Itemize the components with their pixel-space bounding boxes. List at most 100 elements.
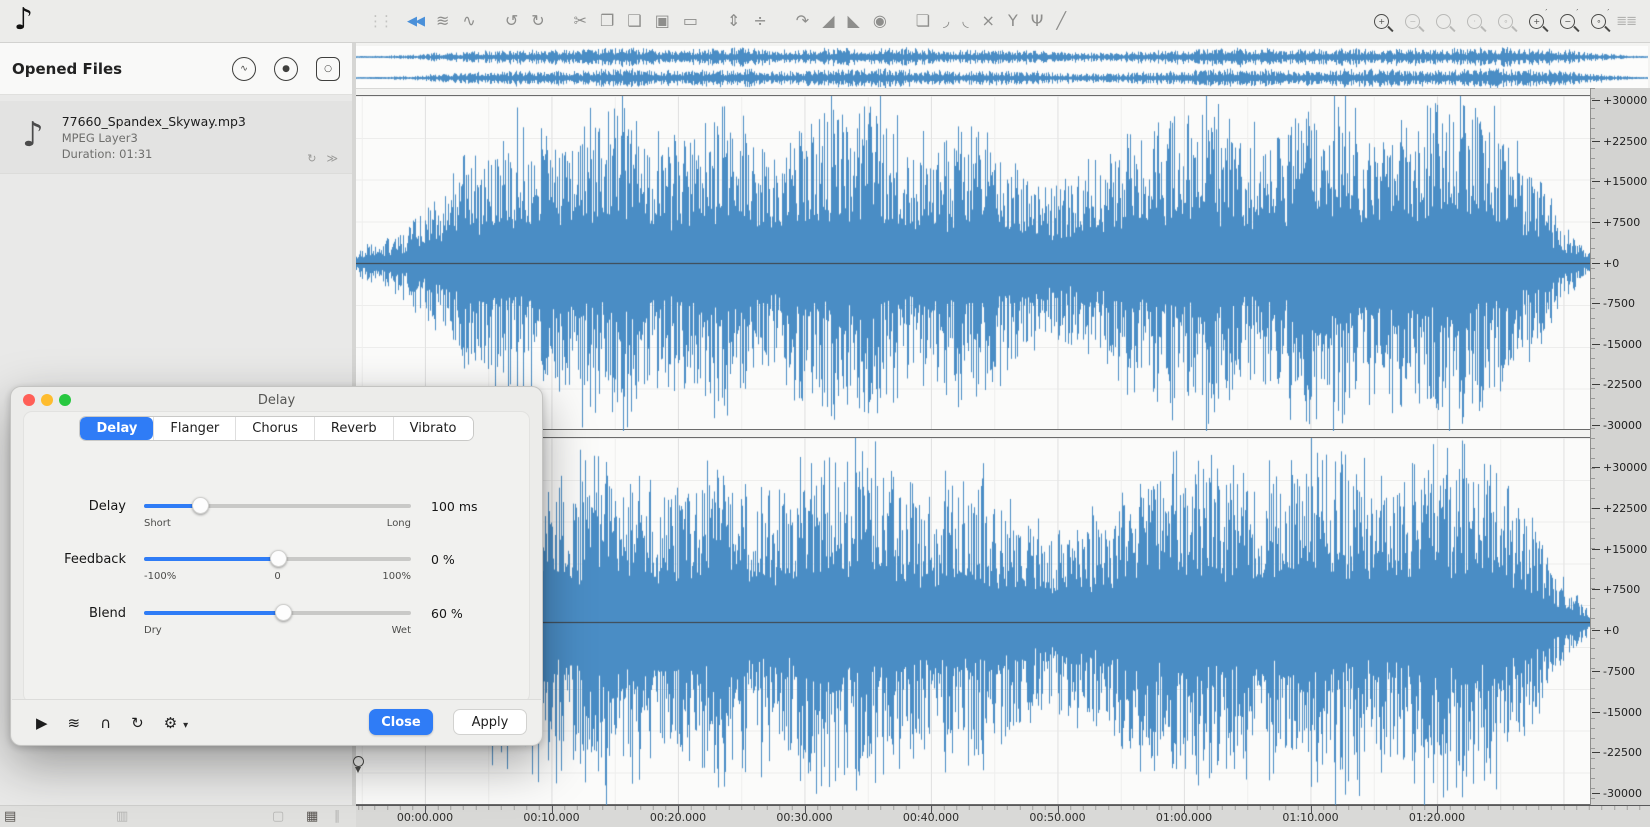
- sidebar-header-buttons: ∿ ● ○: [232, 56, 340, 81]
- view-list-icon[interactable]: ≣≣: [1616, 14, 1637, 29]
- split-icon[interactable]: ÷: [753, 13, 766, 29]
- duplicate-button[interactable]: ○: [316, 56, 340, 81]
- redo-icon[interactable]: ↻: [531, 13, 544, 29]
- document-icon[interactable]: ▢: [272, 809, 284, 824]
- grid-icon[interactable]: ▦: [306, 809, 318, 824]
- fade-in-icon[interactable]: ◢: [822, 13, 834, 29]
- settings-gear-icon[interactable]: ⚙: [164, 714, 177, 732]
- vertical-zoom-reset-icon[interactable]: ∘: [1591, 8, 1609, 29]
- tab-reverb[interactable]: Reverb: [313, 417, 393, 440]
- fade-out-icon[interactable]: ◣: [848, 13, 860, 29]
- normalize-icon[interactable]: ◉: [873, 13, 887, 29]
- tick-label: -100%: [144, 571, 177, 582]
- curve-concave-icon[interactable]: ◟: [962, 13, 968, 29]
- overview-canvas[interactable]: [356, 46, 1648, 88]
- amplitude-scale[interactable]: +30000 +22500 +15000 +7500 +0 -7500 -15000 -225…: [1590, 88, 1650, 805]
- cut-icon[interactable]: ✂: [574, 13, 587, 29]
- dialog-title: Delay: [257, 393, 296, 408]
- paste-special-icon[interactable]: ▣: [655, 13, 670, 29]
- preview-waveform-icon[interactable]: ≋: [68, 714, 81, 732]
- blend-slider-thumb[interactable]: [274, 604, 292, 621]
- amplitude-scale-ch2: +30000 +22500 +15000 +7500 +0 -7500 -15000 -225…: [1591, 461, 1650, 800]
- loop-region-icon[interactable]: ↷: [796, 13, 809, 29]
- waveform-view-icon[interactable]: ≋: [436, 13, 449, 29]
- preview-play-icon[interactable]: ▶: [36, 714, 48, 732]
- preview-loop-icon[interactable]: ↻: [131, 714, 144, 732]
- delay-value: 100 ms: [431, 498, 478, 514]
- channel-1-panel[interactable]: [356, 95, 1590, 431]
- loop-playback-icon[interactable]: ↻: [307, 152, 316, 165]
- time-label: 01:20.000: [1408, 811, 1466, 824]
- file-list-item[interactable]: ♪ 77660_Spandex_Skyway.mp3 MPEG Layer3 D…: [0, 101, 352, 174]
- delay-label: Delay: [88, 498, 126, 514]
- file-item-buttons: ↻ ≫: [307, 152, 338, 165]
- zoom-full-icon[interactable]: ∘: [1498, 13, 1514, 29]
- dialog-titlebar[interactable]: Delay: [11, 387, 542, 413]
- timeline-ruler[interactable]: 00:00.000 00:10.000 00:20.000 00:30.000 00:4…: [356, 805, 1650, 827]
- channel-1-waveform[interactable]: [356, 96, 1590, 431]
- zoom-in-icon[interactable]: +: [1374, 13, 1390, 29]
- preview-controls: ▶ ≋ ∩ ↻ ⚙ ▾: [36, 713, 208, 732]
- sidebar-header: Opened Files ∿ ● ○: [0, 43, 352, 95]
- delay-slider[interactable]: Short Long: [144, 494, 411, 529]
- tab-chorus[interactable]: Chorus: [235, 417, 314, 440]
- tab-delay[interactable]: Delay: [80, 417, 154, 440]
- zoom-vertical-icon[interactable]: ·: [1467, 13, 1483, 29]
- feedback-value: 0 %: [431, 551, 455, 567]
- slider-row-blend: Blend Dry Wet 60 %: [29, 590, 509, 636]
- apply-button[interactable]: Apply: [453, 709, 527, 735]
- settings-caret-icon[interactable]: ▾: [183, 720, 188, 731]
- slider-tick-labels: -100% 0 100%: [144, 571, 411, 583]
- crop-icon[interactable]: ▭: [683, 13, 698, 29]
- delay-slider-thumb[interactable]: [192, 497, 210, 514]
- feedback-slider-thumb[interactable]: [269, 550, 287, 567]
- close-button[interactable]: Close: [369, 709, 433, 735]
- zoom-selection-icon[interactable]: [1436, 13, 1452, 29]
- curve-convex-icon[interactable]: ◞: [943, 13, 949, 29]
- vertical-zoom-out-icon[interactable]: −: [1560, 8, 1578, 29]
- waveform-overview[interactable]: [356, 46, 1648, 89]
- undo-icon[interactable]: ↺: [505, 13, 518, 29]
- events-list-icon[interactable]: ▤: [4, 809, 16, 824]
- playhead-stem: [355, 767, 362, 773]
- time-label: 00:50.000: [1029, 811, 1086, 824]
- curve-split-icon[interactable]: Y: [1008, 13, 1018, 29]
- toolbar-zoom-group: +−·∘+−∘: [1374, 8, 1609, 29]
- tab-vibrato[interactable]: Vibrato: [392, 417, 473, 440]
- slider-fill: [144, 611, 283, 615]
- tab-flanger[interactable]: Flanger: [153, 417, 236, 440]
- monitor-button[interactable]: ∿: [232, 56, 256, 81]
- blocks-icon[interactable]: ▥: [116, 809, 128, 824]
- pane-splitter-icon[interactable]: ∥: [334, 809, 341, 824]
- playhead-marker[interactable]: [353, 756, 364, 782]
- blend-value: 60 %: [431, 605, 463, 621]
- app-logo-icon: ♪: [14, 1, 34, 37]
- vertical-zoom-in-icon[interactable]: +: [1529, 8, 1547, 29]
- trim-silence-icon[interactable]: ⇕: [727, 13, 740, 29]
- effect-tabs: Delay Flanger Chorus Reverb Vibrato: [11, 416, 542, 441]
- playhead-knob[interactable]: [353, 756, 364, 767]
- tick-label: Long: [386, 518, 411, 529]
- time-label: 00:20.000: [649, 811, 707, 824]
- sidebar-title: Opened Files: [12, 59, 123, 78]
- main-toolbar: ♪ ⋮⋮◀◀≋∿↺↻✂❐❑▣▭⇕÷↷◢◣◉❏◞◟×YΨ╱ +−·∘+−∘ ≣≣: [0, 0, 1650, 43]
- layers-icon[interactable]: ❏: [916, 13, 930, 29]
- spectral-view-icon[interactable]: ∿: [462, 13, 475, 29]
- skip-to-start-icon[interactable]: ◀◀: [407, 15, 425, 28]
- curve-merge-icon[interactable]: Ψ: [1031, 13, 1044, 29]
- curve-linear-icon[interactable]: ╱: [1056, 13, 1066, 29]
- curve-cross-icon[interactable]: ×: [982, 13, 995, 29]
- copy-icon[interactable]: ❐: [600, 13, 614, 29]
- preview-monitor-icon[interactable]: ∩: [100, 714, 111, 732]
- zoom-out-icon[interactable]: −: [1405, 13, 1421, 29]
- drag-handle-icon[interactable]: ⋮⋮: [368, 13, 394, 29]
- file-name: 77660_Spandex_Skyway.mp3: [61, 113, 246, 129]
- amplitude-label: -22500: [1592, 378, 1642, 392]
- blend-slider[interactable]: Dry Wet: [144, 601, 411, 636]
- feedback-slider[interactable]: -100% 0 100%: [144, 547, 411, 582]
- paste-icon[interactable]: ❑: [627, 13, 641, 29]
- output-device-icon[interactable]: ≫: [326, 152, 338, 165]
- record-button[interactable]: ●: [274, 56, 298, 81]
- amplitude-label: +15000: [1591, 175, 1648, 189]
- file-info: 77660_Spandex_Skyway.mp3 MPEG Layer3 Dur…: [62, 114, 246, 161]
